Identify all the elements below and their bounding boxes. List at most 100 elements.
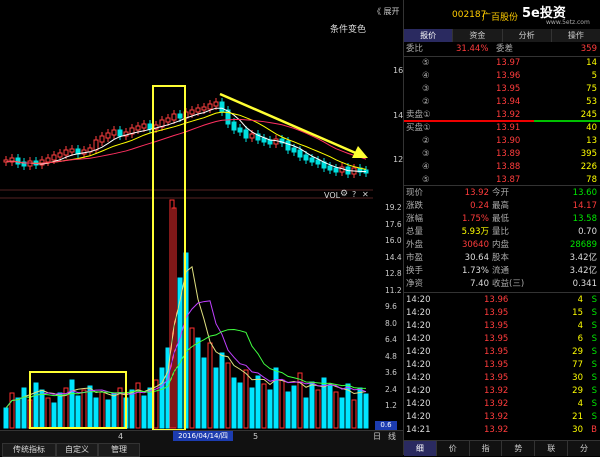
tick-row[interactable]: 14:20 13.96 4 S	[404, 294, 600, 307]
volume-tick: 14.4	[385, 252, 402, 262]
tick-row[interactable]: 14:20 13.95 77 S	[404, 359, 600, 372]
stat-label: 净资	[406, 279, 424, 289]
tick-volume: 77	[572, 360, 583, 370]
stat-row[interactable]: 净资 7.40 收益(三) 0.341	[404, 278, 600, 291]
bid-row[interactable]: ④ 13.88 226	[404, 161, 600, 174]
volume-tick: 9.6	[385, 302, 397, 311]
stat-label: 最低	[492, 214, 510, 224]
ask-row[interactable]: ③ 13.95 75	[404, 83, 600, 96]
weibi-row: 委比 31.44% 委差 359	[406, 44, 597, 54]
date-cursor-label: 2016/04/14/四	[173, 431, 233, 441]
condition-color-label[interactable]: 条件变色	[330, 22, 366, 35]
stat-row[interactable]: 现价 13.92 今开 13.60	[404, 187, 600, 200]
tick-side: S	[591, 321, 597, 331]
stat-label: 量比	[492, 227, 510, 237]
stat-label: 外盘	[406, 240, 424, 250]
vol-axis-current: 0.6	[375, 421, 397, 430]
tick-side: S	[591, 347, 597, 357]
tab-analysis[interactable]: 分析	[502, 29, 552, 42]
expand-button[interactable]: 《 展开	[373, 6, 400, 17]
bid-row[interactable]: 买盘① 13.91 40	[404, 122, 600, 135]
tick-volume: 21	[572, 412, 583, 422]
stat-label: 换手	[406, 266, 424, 276]
tick-row[interactable]: 14:20 13.95 15 S	[404, 307, 600, 320]
tick-time: 14:20	[406, 412, 431, 422]
tick-time: 14:20	[406, 321, 431, 331]
help-icon[interactable]: ?	[352, 190, 356, 199]
quote-bottom-tab[interactable]: 指	[470, 441, 503, 456]
quote-bottom-tab[interactable]: 细	[404, 441, 437, 456]
gear-icon[interactable]: ⚙	[340, 189, 348, 199]
kline-svg[interactable]	[0, 0, 373, 431]
tick-row[interactable]: 14:20 13.95 6 S	[404, 333, 600, 346]
close-icon[interactable]: ✕	[362, 190, 369, 199]
tick-side: S	[591, 308, 597, 318]
tick-volume: 29	[572, 347, 583, 357]
ask-volume: 5	[591, 71, 597, 81]
stock-name: 广百股份	[482, 13, 519, 23]
stat-row[interactable]: 市盈 30.64 股本 3.42亿	[404, 252, 600, 265]
period-day[interactable]: 日	[373, 431, 381, 442]
stat-value: 3.42亿	[569, 266, 597, 276]
stat-row[interactable]: 换手 1.73% 流通 3.42亿	[404, 265, 600, 278]
tick-volume: 29	[572, 386, 583, 396]
stat-row[interactable]: 外盘 30640 内盘 28689	[404, 239, 600, 252]
bid-row[interactable]: ③ 13.89 395	[404, 148, 600, 161]
tick-side: S	[591, 360, 597, 370]
tick-price: 13.95	[484, 360, 509, 370]
volume-tick: 1.2	[385, 401, 397, 410]
tab-operate[interactable]: 操作	[551, 29, 600, 42]
stat-row[interactable]: 涨跌 0.24 最高 14.17	[404, 200, 600, 213]
tick-side: S	[591, 373, 597, 383]
tab-funds[interactable]: 资金	[453, 29, 503, 42]
quote-bottom-tab[interactable]: 价	[437, 441, 470, 456]
tick-side: S	[591, 412, 597, 422]
tick-time: 14:20	[406, 386, 431, 396]
stat-label: 市盈	[406, 253, 424, 263]
vol-label: VOL	[324, 191, 341, 200]
tick-row[interactable]: 14:20 13.95 4 S	[404, 320, 600, 333]
volume-tick: 19.2	[385, 203, 402, 212]
tick-volume: 4	[577, 399, 583, 409]
tick-row[interactable]: 14:20 13.92 21 S	[404, 411, 600, 424]
tick-row[interactable]: 14:20 13.92 4 S	[404, 398, 600, 411]
volume-tick: 4.8	[385, 351, 397, 361]
tick-time: 14:20	[406, 373, 431, 383]
tick-row[interactable]: 14:20 13.95 30 S	[404, 372, 600, 385]
stat-row[interactable]: 总量 5.93万 量比 0.70	[404, 226, 600, 239]
price-tick: 12	[393, 155, 404, 164]
tick-price: 13.95	[484, 347, 509, 357]
stat-label: 现价	[406, 188, 424, 198]
quote-bottom-tab[interactable]: 联	[535, 441, 569, 456]
ask-row[interactable]: ④ 13.96 5	[404, 70, 600, 83]
tick-row[interactable]: 14:20 13.95 29 S	[404, 346, 600, 359]
tick-volume: 4	[577, 295, 583, 305]
ask-row[interactable]: ⑤ 13.97 14	[404, 57, 600, 70]
ask-label: ⑤	[422, 58, 430, 68]
stat-value: 3.42亿	[569, 253, 597, 263]
ask-row[interactable]: ② 13.94 53	[404, 96, 600, 109]
stat-value: 0.24	[470, 201, 489, 211]
stat-value: 5.93万	[461, 227, 489, 237]
bid-label: 买盘①	[406, 123, 431, 133]
tab-quote[interactable]: 报价	[404, 29, 454, 42]
value-axis: 《 展开 16 14 12 19.2 17.6 16.0 14.4 12.8 11.2 9.…	[373, 0, 403, 430]
tick-price: 13.92	[484, 412, 509, 422]
stat-label: 股本	[492, 253, 510, 263]
stat-value: 13.58	[572, 214, 597, 224]
tick-row[interactable]: 14:20 13.92 29 S	[404, 385, 600, 398]
tick-row[interactable]: 14:21 13.92 30 B	[404, 424, 600, 437]
volume-tick: 17.6	[385, 219, 402, 229]
quote-bottom-tab[interactable]: 势	[502, 441, 536, 456]
kline-chart[interactable]: 条件变色 VOL ⚙ ? ✕	[0, 0, 373, 431]
site-url: www.5etz.com	[546, 19, 590, 26]
quote-bottom-tab[interactable]: 分	[568, 441, 600, 456]
stat-label: 最高	[492, 201, 510, 211]
stat-row[interactable]: 涨幅 1.75% 最低 13.58	[404, 213, 600, 226]
period-line[interactable]: 线	[388, 431, 396, 442]
tick-time: 14:20	[406, 334, 431, 344]
bid-volume: 40	[586, 123, 597, 133]
ask-volume: 53	[586, 97, 597, 107]
bid-row[interactable]: ② 13.90 13	[404, 135, 600, 148]
tick-side: S	[591, 386, 597, 396]
